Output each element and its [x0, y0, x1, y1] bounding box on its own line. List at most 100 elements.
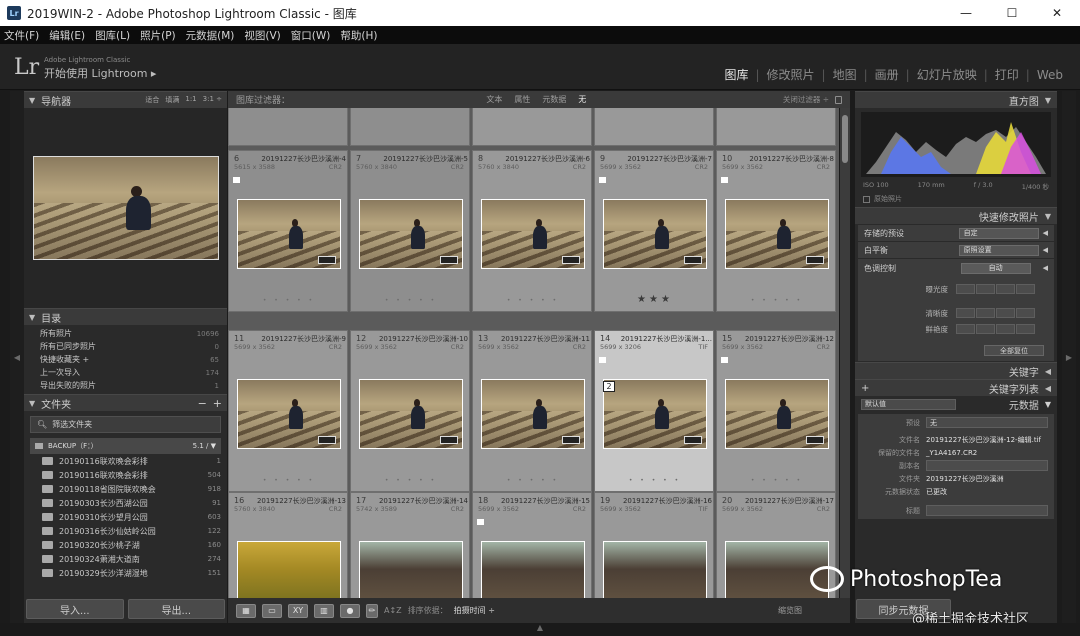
- catalog-item[interactable]: 所有已同步照片 0: [24, 340, 227, 353]
- folder-item[interactable]: 20190116联欢晚会彩排 1: [24, 454, 227, 468]
- left-panel-toggle[interactable]: ◀: [10, 91, 24, 623]
- nav-1-1[interactable]: 1:1: [185, 95, 196, 105]
- catalog-item[interactable]: 所有照片 10696: [24, 327, 227, 340]
- folder-item[interactable]: 20190118省图院联欢晚会 918: [24, 482, 227, 496]
- photo-thumbnail[interactable]: [359, 379, 463, 449]
- grid-scrollbar-thumb[interactable]: [842, 115, 848, 163]
- grid-cell[interactable]: 6 20191227长沙巴沙溪洲-4 5615 x 3588 CR2 • • • • •: [228, 150, 348, 312]
- folder-item[interactable]: 20190320长沙桃子湖 160: [24, 538, 227, 552]
- filter-none[interactable]: 无: [578, 94, 586, 105]
- filter-text[interactable]: 文本: [486, 94, 502, 105]
- photo-thumbnail[interactable]: [481, 541, 585, 598]
- star-rating-empty[interactable]: • • • • •: [229, 297, 349, 304]
- photo-thumbnail[interactable]: [725, 379, 829, 449]
- original-photo-checkbox[interactable]: 原始照片: [855, 191, 1057, 207]
- module-map[interactable]: 地图: [826, 66, 864, 83]
- grid-cell[interactable]: 14 20191227长沙巴沙溪洲-1... 5699 x 3206 TIF 2 • • …: [594, 330, 714, 492]
- grid-cell[interactable]: 1620191227长沙巴沙溪洲-135760 x 3840CR2• • • •…: [228, 492, 348, 598]
- grid-cell[interactable]: 7 20191227长沙巴沙溪洲-5 5760 x 3840 CR2 • • • • •: [350, 150, 470, 312]
- folder-item[interactable]: 20190329长沙洋湖湿地 151: [24, 566, 227, 580]
- folder-search-input[interactable]: 🔍︎ 筛选文件夹: [30, 416, 221, 433]
- edit-badge-icon[interactable]: [562, 256, 580, 264]
- grid-cell[interactable]: 11 20191227长沙巴沙溪洲-9 5699 x 3562 CR2 • • • • …: [228, 330, 348, 492]
- catalog-item[interactable]: 上一次导入 174: [24, 366, 227, 379]
- sort-select[interactable]: 拍摄时间 ÷: [454, 605, 495, 616]
- grid-view-icon[interactable]: ▦: [236, 603, 256, 618]
- copy-name-input[interactable]: [926, 460, 1048, 471]
- photo-thumbnail[interactable]: [237, 541, 341, 598]
- catalog-header[interactable]: ▼ 目录: [24, 308, 227, 325]
- filter-metadata[interactable]: 元数据: [542, 94, 566, 105]
- folder-item[interactable]: 20190303长沙西湖公园 91: [24, 496, 227, 510]
- photo-thumbnail[interactable]: [603, 379, 707, 449]
- grid-cell[interactable]: 13 20191227长沙巴沙溪洲-11 5699 x 3562 CR2 • • • •…: [472, 330, 592, 492]
- survey-view-icon[interactable]: ▥: [314, 603, 334, 618]
- flag-icon[interactable]: [233, 177, 240, 183]
- vibrance-stepper[interactable]: [956, 324, 1035, 334]
- menu-metadata[interactable]: 元数据(M): [186, 28, 235, 43]
- star-rating-empty[interactable]: • • • • •: [351, 477, 471, 484]
- folder-remove-icon[interactable]: −: [198, 397, 207, 410]
- grid-cell[interactable]: [350, 108, 470, 146]
- menu-window[interactable]: 窗口(W): [291, 28, 331, 43]
- reset-all-button[interactable]: 全部复位: [984, 345, 1044, 356]
- photo-thumbnail[interactable]: [603, 541, 707, 598]
- compare-view-icon[interactable]: XY: [288, 603, 308, 618]
- minimize-button[interactable]: —: [943, 0, 989, 26]
- star-rating[interactable]: ★★★: [595, 294, 715, 305]
- grid-cell[interactable]: 8 20191227长沙巴沙溪洲-6 5760 x 3840 CR2 • • • • •: [472, 150, 592, 312]
- menu-file[interactable]: 文件(F): [4, 28, 39, 43]
- clarity-stepper[interactable]: [956, 308, 1035, 318]
- white-balance-select[interactable]: 原照设置: [958, 244, 1039, 256]
- nav-3-1[interactable]: 3:1 ÷: [203, 95, 222, 105]
- module-slideshow[interactable]: 幻灯片放映: [910, 66, 984, 83]
- edit-badge-icon[interactable]: [684, 436, 702, 444]
- stack-count-badge[interactable]: 2: [603, 381, 615, 392]
- flag-icon[interactable]: [721, 177, 728, 183]
- menu-library[interactable]: 图库(L): [95, 28, 130, 43]
- metadata-preset-select[interactable]: 无: [926, 417, 1048, 428]
- import-button[interactable]: 导入...: [26, 599, 124, 619]
- thumbnail-size-slider[interactable]: 缩览图: [778, 605, 802, 616]
- module-develop[interactable]: 修改照片: [760, 66, 822, 83]
- grid-cell[interactable]: 12 20191227长沙巴沙溪洲-10 5699 x 3562 CR2 • • • •…: [350, 330, 470, 492]
- edit-badge-icon[interactable]: [806, 436, 824, 444]
- edit-badge-icon[interactable]: [562, 436, 580, 444]
- filename-field[interactable]: 20191227长沙巴沙溪洲-12-编辑.tif: [926, 435, 1048, 445]
- volume-row[interactable]: BACKUP（F：） 5.1 / ▼: [30, 438, 221, 454]
- menu-photo[interactable]: 照片(P): [140, 28, 176, 43]
- navigator-header[interactable]: ▼ 导航器 适合 填满 1:1 3:1 ÷: [24, 91, 227, 108]
- nav-fit[interactable]: 适合: [145, 95, 159, 105]
- grid-scrollbar[interactable]: [840, 108, 850, 598]
- grid-cell[interactable]: [594, 108, 714, 146]
- flag-icon[interactable]: [599, 177, 606, 183]
- grid-cell[interactable]: 1920191227长沙巴沙溪洲-165699 x 3562TIF• • • •…: [594, 492, 714, 598]
- photo-thumbnail[interactable]: [481, 379, 585, 449]
- identity-getting-started[interactable]: 开始使用 Lightroom ▸: [44, 65, 156, 81]
- navigator-preview[interactable]: [24, 108, 227, 308]
- folders-header[interactable]: ▼ 文件夹 − +: [24, 394, 227, 411]
- lock-icon[interactable]: [835, 95, 842, 104]
- star-rating-empty[interactable]: • • • • •: [595, 477, 715, 484]
- loupe-view-icon[interactable]: ▭: [262, 603, 282, 618]
- photo-thumbnail[interactable]: [237, 379, 341, 449]
- star-rating-empty[interactable]: • • • • •: [717, 297, 837, 304]
- filter-attribute[interactable]: 属性: [514, 94, 530, 105]
- grid-cell[interactable]: 15 20191227长沙巴沙溪洲-12 5699 x 3562 CR2 • • • •…: [716, 330, 836, 492]
- star-rating-empty[interactable]: • • • • •: [473, 477, 593, 484]
- star-rating-empty[interactable]: • • • • •: [229, 477, 349, 484]
- photo-thumbnail[interactable]: [481, 199, 585, 269]
- export-button[interactable]: 导出...: [127, 599, 225, 619]
- keyword-list-header[interactable]: + 关键字列表 ◀: [855, 379, 1057, 396]
- auto-tone-button[interactable]: 自动: [960, 262, 1031, 274]
- grid-cell[interactable]: [716, 108, 836, 146]
- people-view-icon[interactable]: ●: [340, 603, 360, 618]
- menu-help[interactable]: 帮助(H): [340, 28, 377, 43]
- exposure-stepper[interactable]: [956, 284, 1035, 294]
- painter-icon[interactable]: ✏︎: [366, 603, 378, 618]
- module-book[interactable]: 画册: [868, 66, 906, 83]
- filmstrip-toggle[interactable]: ▲: [0, 623, 1080, 636]
- flag-icon[interactable]: [477, 519, 484, 525]
- saved-preset-select[interactable]: 自定: [958, 227, 1039, 239]
- photo-thumbnail[interactable]: [725, 199, 829, 269]
